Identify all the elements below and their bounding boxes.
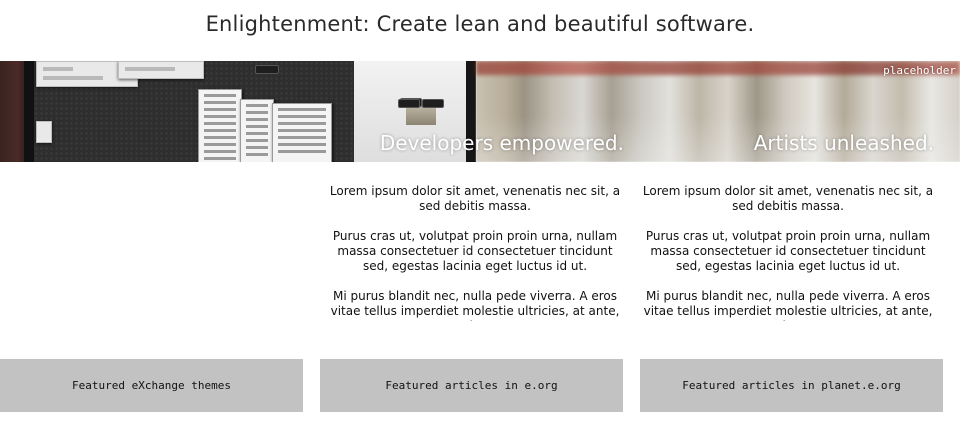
paragraph: Lorem ipsum dolor sit amet, venenatis ne… [642,184,934,213]
paragraph: Purus cras ut, volutpat proin proin urna… [332,229,618,273]
developers-tagline: Developers empowered. [379,131,624,155]
page-title: Enlightenment: Create lean and beautiful… [205,12,755,36]
paragraph: Purus cras ut, volutpat proin proin urna… [645,229,931,273]
paragraph: Lorem ipsum dolor sit amet, venenatis ne… [329,184,621,213]
placeholder-label: placeholder [883,64,956,77]
column-developers-text: Lorem ipsum dolor sit amet, venenatis ne… [325,184,625,321]
featured-articles-eorg-button[interactable]: Featured articles in e.org [320,359,623,412]
featured-articles-planet-button[interactable]: Featured articles in planet.e.org [640,359,943,412]
artists-tagline: Artists unleashed. [753,131,934,155]
featured-exchange-themes-button[interactable]: Featured eXchange themes [0,359,303,412]
hero-banner: placeholder Developers empowered. Artist… [0,61,960,162]
column-artists-text: Lorem ipsum dolor sit amet, venenatis ne… [638,184,938,321]
paragraph: Mi purus blandit nec, nulla pede viverra… [330,289,620,321]
paragraph: Mi purus blandit nec, nulla pede viverra… [643,289,933,321]
